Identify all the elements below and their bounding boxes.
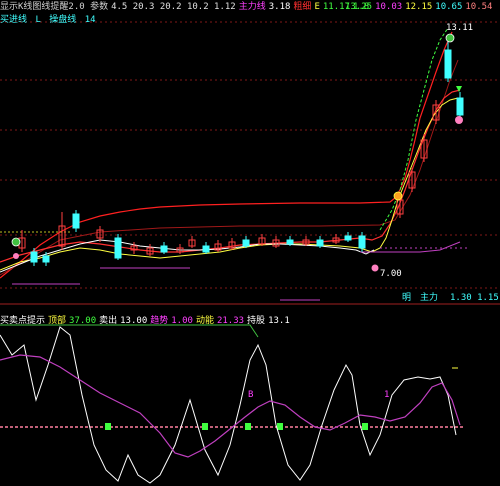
indicator-header: 买卖点提示 顶部 37.00 卖出 13.00 趋势 1.00 动能 21.33 持股 13.1 [0, 316, 293, 327]
indicator-header-item: 卖出 [99, 316, 118, 326]
candle-body[interactable] [286, 239, 294, 245]
oscillator-magenta-line [0, 354, 461, 458]
main-header-right-item: 10.65 [435, 2, 463, 12]
indicator-header-item: 1.00 [171, 316, 193, 326]
mid-band-signal [362, 423, 368, 430]
main-header-item: 3.18 [268, 2, 291, 12]
candle-body[interactable] [316, 239, 324, 247]
indicator-header-item: 37.00 [69, 316, 97, 326]
main-header-item: 4.5 20.3 20.2 10.2 1.12 [111, 2, 236, 12]
main-header-right-item: 10.03 [375, 2, 403, 12]
candle-body[interactable] [444, 49, 452, 79]
volume-value: 1.30 1.15 [450, 293, 499, 303]
indicator-header-item: 趋势 [150, 316, 169, 326]
candle-body[interactable] [456, 97, 464, 116]
ma-mid-red-line [0, 89, 461, 263]
main-header-right-item: 12.15 [405, 2, 433, 12]
candle-body[interactable] [42, 255, 50, 263]
main-header-item: 显示K线图线提醒2.0 参数 [0, 2, 109, 12]
buy-line-label: 买进线 [0, 15, 28, 25]
volume-prefix: 明 [402, 292, 411, 303]
indicator-panel[interactable]: B 1 [0, 305, 500, 486]
indicator-header-item: 21.33 [216, 316, 245, 326]
sell-signal-icon[interactable] [13, 253, 19, 259]
main-header-right-item: 10.54 [465, 2, 493, 12]
buy-signal-icon[interactable] [11, 237, 21, 247]
main-header-row2: 买进线 L 操盘线 14 [0, 15, 99, 26]
volume-text: 主力 [420, 291, 438, 303]
marker-b-1: B [248, 390, 253, 400]
candle-body[interactable] [344, 235, 352, 241]
stock-chart-window: 13.11 7.00 明 主力 1.30 1.15 显示K线图线提醒2.0 参数… [0, 0, 500, 486]
trade-line-label: 操盘线 [49, 15, 77, 25]
indicator-header-item: 动能 [195, 316, 214, 326]
indicator-header-item: 买卖点提示 [0, 316, 46, 326]
breakout-signal-icon[interactable] [393, 191, 403, 201]
indicator-header-item: 13.00 [120, 316, 148, 326]
mid-band-signal [277, 423, 283, 430]
mid-band-signal [202, 423, 208, 430]
candle-body[interactable] [202, 245, 210, 253]
main-header-item: E [314, 2, 320, 12]
oscillator-white-line [0, 326, 457, 484]
low-signal-icon[interactable] [371, 264, 379, 272]
price-low-label: 7.00 [380, 269, 402, 279]
candle-body[interactable] [72, 213, 80, 229]
main-header: 显示K线图线提醒2.0 参数 4.5 20.3 20.2 10.2 1.12 主力线… [0, 2, 372, 13]
top-signal-icon[interactable] [445, 33, 455, 43]
candlestick-series [18, 42, 464, 266]
price-chart-panel[interactable]: 13.11 7.00 明 主力 1.30 1.15 [0, 0, 500, 305]
mid-band-signal [245, 423, 251, 430]
candle-body[interactable] [160, 245, 168, 253]
main-header-right-item: 13.25 [345, 2, 373, 12]
candle-body[interactable] [114, 237, 122, 259]
candle-body[interactable] [358, 235, 366, 249]
indicator-header-item: 顶部 [48, 316, 67, 326]
indicator-header-item: 持股 [247, 316, 266, 326]
guide-line-green [379, 27, 449, 231]
main-header-item: 主力线 [238, 2, 266, 12]
marker-b-2: 1 [384, 390, 389, 400]
candle-body[interactable] [30, 251, 38, 263]
candle-body[interactable] [242, 239, 250, 247]
mid-band-signal [105, 423, 111, 430]
main-header-item: 粗细 [293, 2, 312, 12]
top-signal-icon-2[interactable] [455, 116, 463, 124]
trade-line-value: 14 [84, 15, 96, 25]
indicator-header-item: 13.1 [268, 316, 290, 326]
buy-line-value: L [35, 15, 41, 25]
price-high-label: 13.11 [446, 23, 473, 33]
main-header-right: 13.25 10.03 12.15 10.65 10.54 [345, 2, 495, 13]
